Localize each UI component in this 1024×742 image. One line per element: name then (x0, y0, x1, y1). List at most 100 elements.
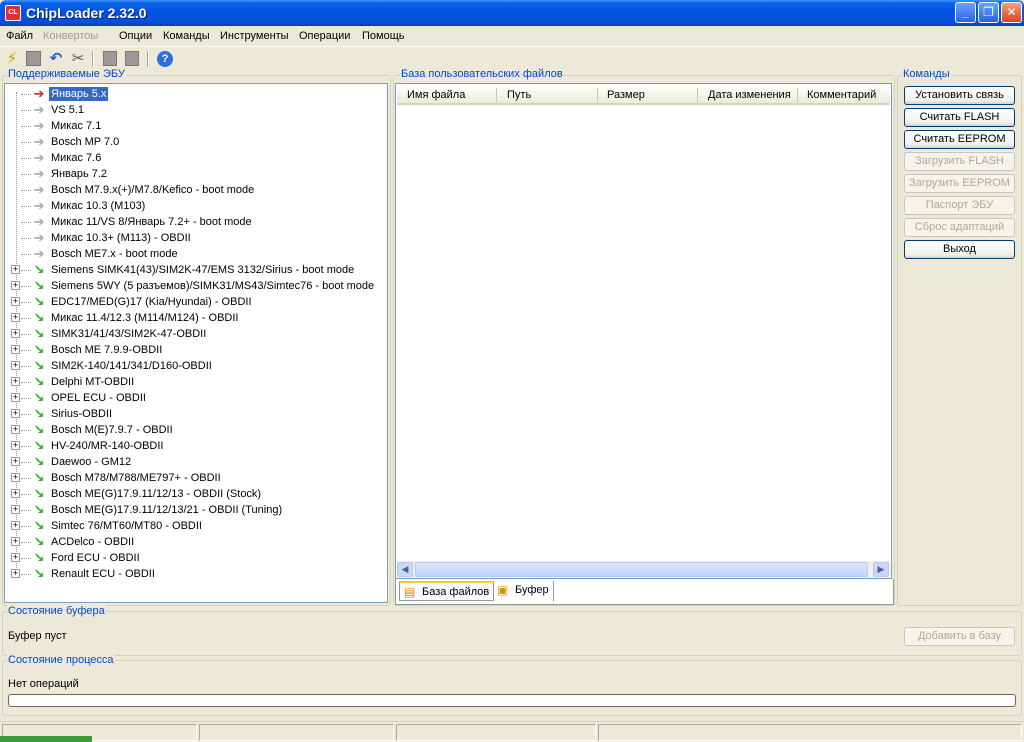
expand-icon[interactable]: + (11, 393, 20, 402)
scroll-thumb[interactable] (415, 562, 868, 577)
tree-branch-line (21, 126, 31, 127)
tree-item[interactable]: ➔ Микас 7.1 (5, 118, 385, 134)
col-filename[interactable]: Имя файла (407, 89, 465, 101)
tree-item[interactable]: + ↘ Bosch ME(G)17.9.11/12/13/21 - OBDII (T… (5, 502, 385, 518)
expand-icon[interactable]: + (11, 569, 20, 578)
tree-item[interactable]: ➔ Микас 10.3 (M103) (5, 198, 385, 214)
tree-item[interactable]: + ↘ Renault ECU - OBDII (5, 566, 385, 582)
col-comment[interactable]: Комментарий (807, 89, 876, 101)
expand-icon[interactable]: + (11, 361, 20, 370)
tree-item[interactable]: ➔ Микас 10.3+ (M113) - OBDII (5, 230, 385, 246)
expand-icon[interactable]: + (11, 457, 20, 466)
expand-icon[interactable]: + (11, 553, 20, 562)
green-arrow-icon: ↘ (33, 438, 45, 453)
tree-item[interactable]: + ↘ SIMK31/41/43/SIM2K-47-OBDII (5, 326, 385, 342)
tree-item[interactable]: + ↘ OPEL ECU - OBDII (5, 390, 385, 406)
copy-icon[interactable] (101, 50, 119, 68)
tree-item-label: Bosch M7.9.x(+)/M7.8/Kefico - boot mode (51, 184, 255, 196)
tree-item-label: Delphi MT-OBDII (51, 376, 135, 388)
undo-icon[interactable]: ↶ (47, 50, 65, 68)
col-date[interactable]: Дата изменения (708, 89, 791, 101)
menu-help[interactable]: Помощь (362, 30, 405, 42)
tree-item[interactable]: + ↘ EDC17/MED(G)17 (Kia/Hyundai) - OBDII (5, 294, 385, 310)
tree-item[interactable]: ➔ Bosch M7.9.x(+)/M7.8/Kefico - boot mode (5, 182, 385, 198)
save-icon[interactable] (25, 50, 43, 68)
write-eeprom-button[interactable]: Загрузить EEPROM (904, 174, 1015, 193)
tree-branch-line (21, 542, 31, 543)
expand-icon[interactable]: + (11, 425, 20, 434)
tree-item[interactable]: + ↘ Simtec 76/MT60/MT80 - OBDII (5, 518, 385, 534)
tab-buffer[interactable]: ▣ Буфер (493, 581, 554, 601)
paste-icon[interactable] (123, 50, 141, 68)
menu-tools[interactable]: Инструменты (220, 30, 289, 42)
title-bar[interactable]: CL ChipLoader 2.32.0 _ ❐ ✕ (0, 0, 1024, 26)
tree-item[interactable]: ➔ Январь 7.2 (5, 166, 385, 182)
menu-commands[interactable]: Команды (163, 30, 210, 42)
tools-icon[interactable]: ✂ (69, 50, 87, 68)
tree-item[interactable]: + ↘ Ford ECU - OBDII (5, 550, 385, 566)
files-list[interactable]: Имя файла Путь Размер Дата изменения Ком… (395, 83, 892, 579)
expand-icon[interactable]: + (11, 489, 20, 498)
expand-icon[interactable]: + (11, 329, 20, 338)
tree-item[interactable]: + ↘ Bosch ME(G)17.9.11/12/13 - OBDII (Stoc… (5, 486, 385, 502)
menu-file[interactable]: Файл (6, 30, 33, 42)
tab-file-base[interactable]: ▤ База файлов (399, 581, 495, 601)
expand-icon[interactable]: + (11, 441, 20, 450)
read-eeprom-button[interactable]: Считать EEPROM (904, 130, 1015, 149)
tree-item[interactable]: + ↘ SIM2K-140/141/341/D160-OBDII (5, 358, 385, 374)
tree-item[interactable]: + ↘ HV-240/MR-140-OBDII (5, 438, 385, 454)
tree-item[interactable]: + ↘ Siemens SIMK41(43)/SIM2K-47/EMS 3132/S… (5, 262, 385, 278)
col-path[interactable]: Путь (507, 89, 531, 101)
connect-button[interactable]: Установить связь (904, 86, 1015, 105)
read-flash-button[interactable]: Считать FLASH (904, 108, 1015, 127)
help-icon[interactable]: ? (156, 50, 174, 68)
tree-item[interactable]: + ↘ Bosch M78/M788/ME797+ - OBDII (5, 470, 385, 486)
expand-icon[interactable]: + (11, 297, 20, 306)
open-icon[interactable]: ⚡ (3, 50, 21, 68)
tree-item[interactable]: ➔ Микас 11/VS 8/Январь 7.2+ - boot mode (5, 214, 385, 230)
expand-icon[interactable]: + (11, 281, 20, 290)
expand-icon[interactable]: + (11, 265, 20, 274)
reset-adaptation-button[interactable]: Сброс адаптаций (904, 218, 1015, 237)
tree-item-label: Renault ECU - OBDII (51, 568, 155, 580)
tree-item-label: Микас 11/VS 8/Январь 7.2+ - boot mode (51, 216, 252, 228)
exit-button[interactable]: Выход (904, 240, 1015, 259)
ecu-tree[interactable]: ➔ Январь 5.x ➔ VS 5.1 ➔ Микас 7.1 ➔ Bosch MP 7.… (4, 83, 388, 603)
expand-icon[interactable]: + (11, 377, 20, 386)
ecu-passport-button[interactable]: Паспорт ЭБУ (904, 196, 1015, 215)
tree-item[interactable]: ➔ Bosch ME7.x - boot mode (5, 246, 385, 262)
tree-item-label: Январь 5.x (49, 87, 109, 101)
minimize-button[interactable]: _ (955, 2, 976, 23)
tree-item[interactable]: + ↘ Delphi MT-OBDII (5, 374, 385, 390)
scroll-left-icon[interactable]: ◀ (397, 562, 413, 577)
expand-icon[interactable]: + (11, 521, 20, 530)
expand-icon[interactable]: + (11, 409, 20, 418)
tree-item[interactable]: ➔ Микас 7.6 (5, 150, 385, 166)
add-to-base-button[interactable]: Добавить в базу (904, 627, 1015, 646)
expand-icon[interactable]: + (11, 473, 20, 482)
expand-icon[interactable]: + (11, 313, 20, 322)
expand-icon[interactable]: + (11, 537, 20, 546)
horizontal-scrollbar[interactable]: ◀ ▶ (397, 561, 890, 578)
tree-item[interactable]: ➔ Январь 5.x (5, 86, 385, 102)
expand-icon[interactable]: + (11, 505, 20, 514)
scroll-right-icon[interactable]: ▶ (873, 562, 889, 577)
maximize-button[interactable]: ❐ (978, 2, 999, 23)
col-size[interactable]: Размер (607, 89, 645, 101)
tree-item[interactable]: + ↘ ACDelco - OBDII (5, 534, 385, 550)
tree-item[interactable]: + ↘ Bosch M(E)7.9.7 - OBDII (5, 422, 385, 438)
menu-operations[interactable]: Операции (299, 30, 350, 42)
tree-item[interactable]: + ↘ Daewoo - GM12 (5, 454, 385, 470)
expand-icon[interactable]: + (11, 345, 20, 354)
close-button[interactable]: ✕ (1001, 2, 1022, 23)
tree-item[interactable]: + ↘ Sirius-OBDII (5, 406, 385, 422)
tree-item[interactable]: + ↘ Siemens 5WY (5 разъемов)/SIMK31/MS43/S… (5, 278, 385, 294)
tree-item[interactable]: + ↘ Микас 11.4/12.3 (M114/M124) - OBDII (5, 310, 385, 326)
tree-branch-line (21, 110, 31, 111)
tree-item[interactable]: ➔ Bosch MP 7.0 (5, 134, 385, 150)
tree-item[interactable]: + ↘ Bosch ME 7.9.9-OBDII (5, 342, 385, 358)
menu-converters[interactable]: Конвертоы (43, 30, 98, 42)
write-flash-button[interactable]: Загрузить FLASH (904, 152, 1015, 171)
menu-options[interactable]: Опции (119, 30, 152, 42)
tree-item[interactable]: ➔ VS 5.1 (5, 102, 385, 118)
